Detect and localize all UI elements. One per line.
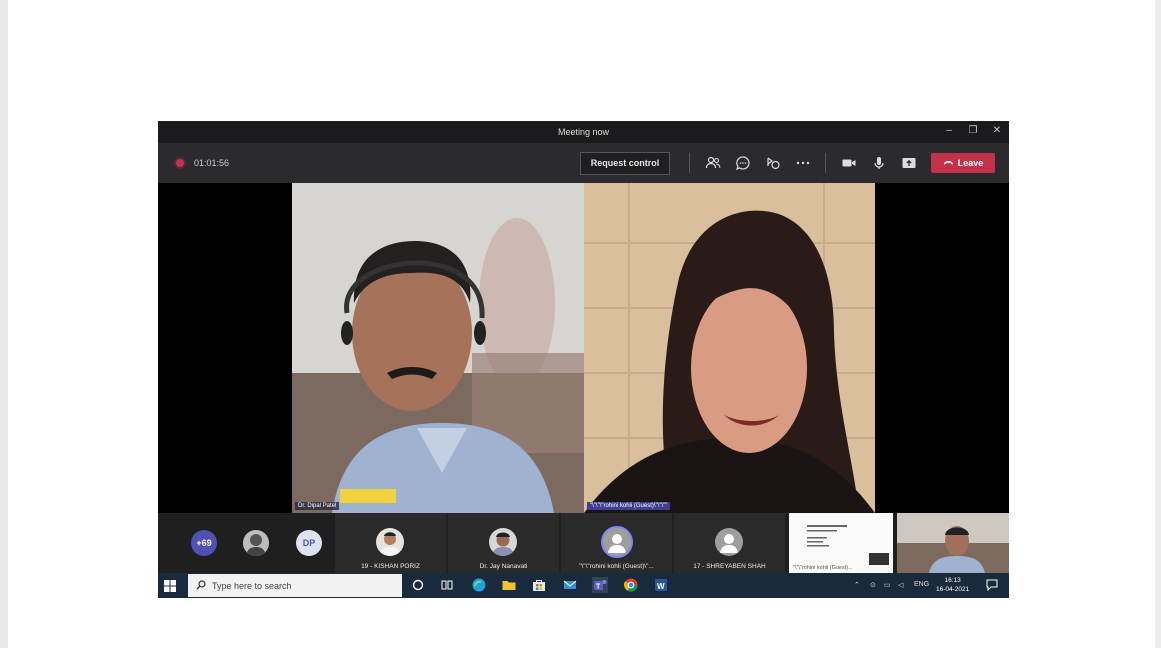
participant-tile-name: 17 - SHREYABEN SHAH: [693, 563, 766, 570]
camera-icon[interactable]: [841, 155, 857, 171]
clock-time: 16:13: [944, 577, 961, 584]
microsoft-store-icon[interactable]: [531, 577, 547, 593]
reactions-icon[interactable]: [765, 155, 781, 171]
mail-icon[interactable]: [562, 577, 578, 593]
participants-icon[interactable]: [705, 155, 721, 171]
participant-strip: +69 DP 19 - KISHAN PORIZ Dr. Jay Nanavat…: [158, 513, 1009, 573]
svg-text:T: T: [596, 584, 601, 591]
participant-initials-avatar[interactable]: DP: [296, 530, 322, 556]
cortana-icon[interactable]: [410, 577, 426, 593]
windows-start-icon[interactable]: [164, 579, 176, 597]
request-control-button[interactable]: Request control: [580, 152, 670, 175]
share-screen-icon[interactable]: [901, 155, 917, 171]
recording-icon: [176, 159, 184, 167]
shared-content-thumbnail[interactable]: "\"\"rohini kohli (Guest)...: [789, 513, 893, 573]
file-explorer-icon[interactable]: [501, 577, 517, 593]
shared-document-preview: [807, 525, 889, 565]
meeting-timer: 01:01:56: [194, 158, 230, 168]
network-icon[interactable]: ▭: [884, 581, 891, 589]
self-view-thumbnail[interactable]: [897, 513, 1009, 573]
participant-tile-name: Dr. Jay Nanavati: [479, 563, 528, 570]
participant-avatar: [376, 528, 404, 556]
close-button[interactable]: ✕: [991, 125, 1003, 137]
chrome-icon[interactable]: [623, 577, 639, 593]
minimize-button[interactable]: –: [943, 125, 955, 137]
participant-avatar: [715, 528, 743, 556]
input-language[interactable]: ENG: [914, 581, 929, 588]
self-view-video-image: [897, 513, 1009, 573]
search-icon: [196, 580, 206, 592]
volume-icon[interactable]: ◁: [898, 581, 903, 589]
video-feed-rohini-kohli[interactable]: "\"\"\"rohini kohli (Guest)\"\"\"": [584, 183, 875, 513]
participant-avatar[interactable]: [243, 530, 269, 556]
meeting-toolbar: 01:01:56 Request control Leave: [158, 143, 1009, 183]
participant-video-image: [584, 183, 875, 513]
search-placeholder: Type here to search: [212, 581, 292, 591]
thumbnail-label: "\"\"rohini kohli (Guest)...: [793, 565, 853, 571]
tray-app-icon[interactable]: ⊙: [870, 581, 876, 589]
clock-date: 16-04-2021: [936, 586, 970, 593]
page-edge: [0, 0, 8, 648]
participant-tile-name: 19 - KISHAN PORIZ: [361, 563, 420, 570]
window-title: Meeting now: [557, 127, 610, 137]
restore-button[interactable]: ❐: [967, 125, 979, 137]
participant-tile-speaking[interactable]: "\"\"rohini kohli (Guest)\"...: [561, 513, 672, 573]
participant-tile-name: "\"\"rohini kohli (Guest)\"...: [579, 563, 654, 570]
chat-icon[interactable]: [735, 155, 751, 171]
more-options-icon[interactable]: [795, 155, 811, 171]
participant-tile[interactable]: 17 - SHREYABEN SHAH: [674, 513, 785, 573]
notifications-icon[interactable]: [986, 579, 998, 593]
windows-taskbar: Type here to search T W ⌃ ⊙ ▭ ◁ ENG 16:1…: [158, 573, 1009, 598]
participant-tile[interactable]: 19 - KISHAN PORIZ: [335, 513, 446, 573]
taskbar-search-box[interactable]: Type here to search: [188, 574, 402, 597]
participant-tile[interactable]: Dr. Jay Nanavati: [448, 513, 559, 573]
video-stage: Dr. Dipal Patel "\"\"\"rohini kohli (Gue…: [158, 183, 1009, 513]
toolbar-divider: [689, 153, 690, 173]
page-edge: [1155, 0, 1161, 648]
task-view-icon[interactable]: [439, 577, 455, 593]
participant-name-label: Dr. Dipal Patel: [295, 502, 340, 510]
microsoft-teams-icon[interactable]: T: [592, 577, 608, 593]
leave-label: Leave: [957, 158, 984, 168]
participant-avatar: [601, 526, 633, 558]
word-icon[interactable]: W: [653, 577, 669, 593]
hang-up-icon: [943, 153, 954, 173]
svg-text:W: W: [657, 582, 665, 591]
leave-button[interactable]: Leave: [931, 153, 995, 173]
chevron-up-icon[interactable]: ⌃: [854, 581, 860, 589]
overflow-participants-button[interactable]: +69: [191, 530, 217, 556]
video-feed-dr-dipal-patel[interactable]: Dr. Dipal Patel: [292, 183, 584, 513]
title-bar: Meeting now – ❐ ✕: [158, 121, 1009, 143]
participant-avatar: [489, 528, 517, 556]
participant-name-label: "\"\"\"rohini kohli (Guest)\"\"\"": [587, 502, 671, 510]
teams-meeting-window: Meeting now – ❐ ✕ 01:01:56 Request contr…: [158, 121, 1009, 598]
participant-video-image: [292, 183, 584, 513]
toolbar-divider: [825, 153, 826, 173]
microphone-icon[interactable]: [871, 155, 887, 171]
edge-browser-icon[interactable]: [471, 577, 487, 593]
taskbar-clock[interactable]: 16:13 16-04-2021: [936, 576, 969, 594]
